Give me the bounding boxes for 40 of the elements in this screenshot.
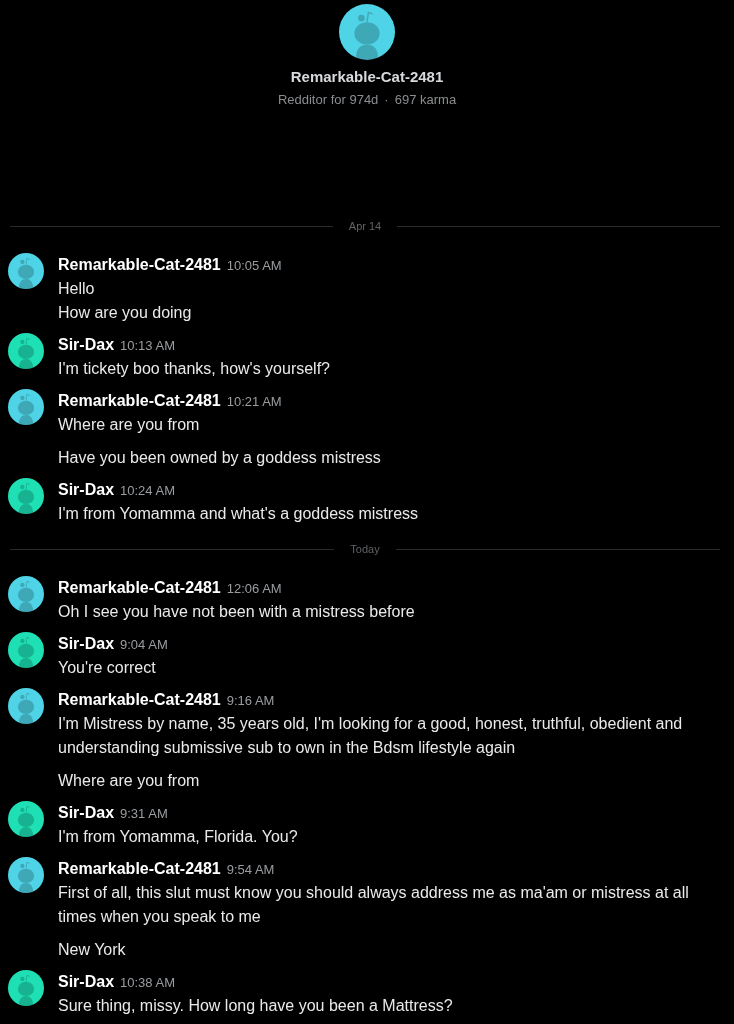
- message-text: I'm tickety boo thanks, how's yourself?: [58, 359, 330, 379]
- author-name[interactable]: Sir-Dax: [58, 970, 115, 994]
- separator-dot: ·: [384, 92, 389, 107]
- author-name[interactable]: Remarkable-Cat-2481: [58, 389, 221, 413]
- message-text: I'm Mistress by name, 35 years old, I'm looking for a good, honest, truthful, obedient and understanding submissive sub to own in the Bdsm lifestyle again: [58, 714, 684, 758]
- author-name[interactable]: Remarkable-Cat-2481: [58, 688, 221, 712]
- message-text: I'm from Yomamma and what's a goddess mistress: [58, 504, 419, 524]
- message-time: 9:54 AM: [226, 861, 275, 879]
- message-text: Have you been owned by a goddess mistress: [58, 448, 381, 468]
- message-text: Where are you from: [58, 415, 201, 435]
- message-text: Hello: [58, 279, 96, 299]
- username: Remarkable-Cat-2481: [290, 68, 444, 85]
- message-text: You're correct: [58, 658, 157, 678]
- author-name[interactable]: Sir-Dax: [58, 333, 115, 357]
- author-name[interactable]: Sir-Dax: [58, 478, 115, 502]
- author-name[interactable]: Sir-Dax: [58, 632, 115, 656]
- date-divider: Today: [350, 543, 380, 555]
- message-time: 10:38 AM: [120, 974, 175, 992]
- message-text: Oh I see you have not been with a mistress before: [58, 602, 415, 622]
- message-text: I'm from Yomamma, Florida. You?: [58, 827, 298, 847]
- message-time: 10:21 AM: [226, 393, 282, 411]
- message-time: 10:13 AM: [120, 337, 175, 355]
- message-text: First of all, this slut must know you should always address me as ma'am or mistress at all times when you speak to me: [58, 883, 690, 927]
- message-text: How are you doing: [58, 303, 193, 323]
- karma-count: 697 karma: [394, 92, 457, 107]
- account-age: Redditor for 974d: [277, 92, 379, 107]
- author-name[interactable]: Sir-Dax: [58, 801, 115, 825]
- message-time: 10:24 AM: [120, 482, 175, 500]
- message-text: Where are you from: [58, 771, 201, 791]
- message-time: 10:05 AM: [226, 257, 282, 275]
- message-text: Sure thing, missy. How long have you been a Mattress?: [58, 996, 453, 1016]
- message-text: New York: [58, 940, 127, 960]
- date-divider: Apr 14: [348, 220, 382, 232]
- author-name[interactable]: Remarkable-Cat-2481: [58, 576, 221, 600]
- message-time: 9:16 AM: [226, 692, 275, 710]
- message-time: 9:31 AM: [120, 805, 168, 823]
- author-name[interactable]: Remarkable-Cat-2481: [58, 857, 221, 881]
- message-time: 12:06 AM: [226, 580, 282, 598]
- message-time: 9:04 AM: [120, 636, 168, 654]
- author-name[interactable]: Remarkable-Cat-2481: [58, 253, 221, 277]
